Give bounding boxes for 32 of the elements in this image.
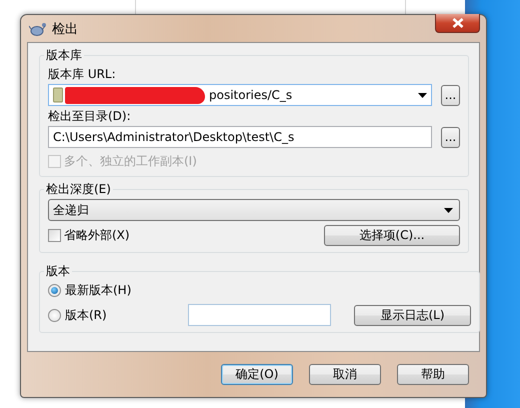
show-log-button[interactable]: 显示日志(L)	[354, 304, 471, 326]
radio-label: 版本(R)	[65, 306, 108, 324]
revision-field[interactable]	[188, 304, 331, 326]
dialog-button[interactable]: 帮助	[397, 364, 469, 385]
field-label: 版本库 URL:	[48, 66, 117, 83]
browse-button[interactable]: ...	[441, 126, 460, 148]
checkbox-label: 多个、独立的工作副本(I)	[64, 153, 197, 170]
directory-field[interactable]: C:\Users\Administrator\Desktop\test\C_s	[48, 126, 432, 148]
radio-button[interactable]	[48, 284, 61, 297]
dropdown-caret-icon	[444, 208, 453, 212]
radio-button[interactable]	[48, 308, 61, 322]
directory-text: C:\Users\Administrator\Desktop\test\C_s	[53, 130, 294, 144]
depth-dropdown[interactable]: 全递归	[48, 199, 460, 221]
url-combo[interactable]: positories/C_s	[48, 84, 432, 106]
dropdown-caret-icon	[418, 92, 427, 98]
dialog-button[interactable]: 取消	[309, 364, 381, 385]
group-title: 版本	[45, 263, 71, 280]
checkbox[interactable]	[48, 229, 61, 242]
group-title: 版本库	[45, 47, 83, 64]
close-icon	[452, 18, 464, 28]
options-button[interactable]: 选择项(C)...	[324, 225, 460, 246]
group-title: 检出深度(E)	[45, 181, 112, 198]
dialog-button[interactable]: 确定(O)	[221, 364, 293, 385]
radio-label: 最新版本(H)	[65, 282, 132, 299]
browse-button[interactable]: ...	[441, 84, 460, 106]
folder-icon	[53, 87, 63, 103]
window-title: 检出	[52, 20, 78, 38]
checkbox-label: 省略外部(X)	[64, 227, 130, 244]
url-text: positories/C_s	[209, 88, 292, 102]
field-label: 检出至目录(D):	[48, 108, 132, 125]
satellite-icon	[29, 20, 47, 36]
close-button[interactable]	[435, 14, 480, 33]
